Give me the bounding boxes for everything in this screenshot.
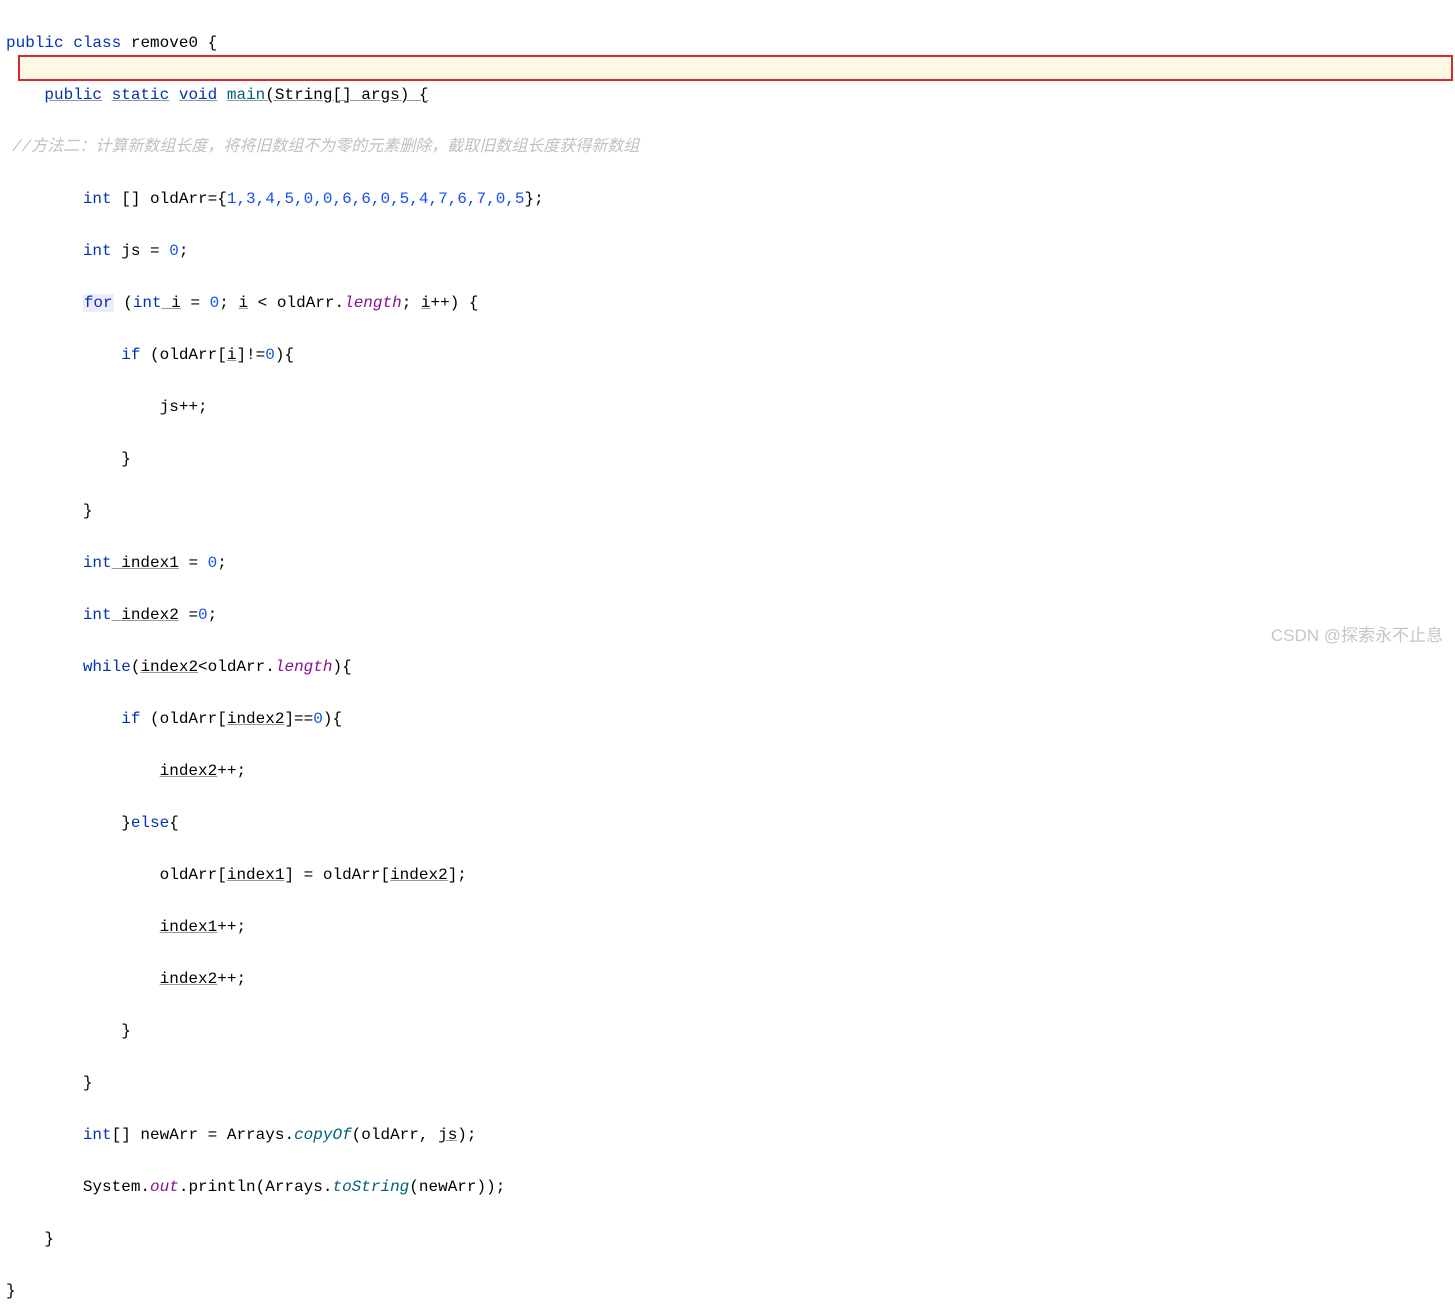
code-line: int [] oldArr={1,3,4,5,0,0,6,6,0,5,4,7,6… [6, 186, 1455, 212]
code-editor-content: public class remove0 { public static voi… [0, 0, 1455, 1310]
code-line: } [6, 1226, 1455, 1252]
code-line: oldArr[index1] = oldArr[index2]; [6, 862, 1455, 888]
code-line: int index2 =0; [6, 602, 1455, 628]
code-line: for (int i = 0; i < oldArr.length; i++) … [6, 290, 1455, 316]
code-line: int[] newArr = Arrays.copyOf(oldArr, js)… [6, 1122, 1455, 1148]
code-line: while(index2<oldArr.length){ [6, 654, 1455, 680]
code-line: if (oldArr[index2]==0){ [6, 706, 1455, 732]
code-line: int index1 = 0; [6, 550, 1455, 576]
code-line: index2++; [6, 966, 1455, 992]
code-line: } [6, 1278, 1455, 1304]
code-line: } [6, 1018, 1455, 1044]
code-line: } [6, 498, 1455, 524]
code-line: public class remove0 { [6, 30, 1455, 56]
code-line: index2++; [6, 758, 1455, 784]
code-line: js++; [6, 394, 1455, 420]
code-line: public static void main(String[] args) { [6, 82, 1455, 108]
code-line: index1++; [6, 914, 1455, 940]
code-line: int js = 0; [6, 238, 1455, 264]
code-line: } [6, 1070, 1455, 1096]
code-line: if (oldArr[i]!=0){ [6, 342, 1455, 368]
code-line: }else{ [6, 810, 1455, 836]
code-line: System.out.println(Arrays.toString(newAr… [6, 1174, 1455, 1200]
code-line: } [6, 446, 1455, 472]
code-comment-line: //方法二：计算新数组长度，将将旧数组不为零的元素删除，截取旧数组长度获得新数组 [6, 134, 1455, 160]
